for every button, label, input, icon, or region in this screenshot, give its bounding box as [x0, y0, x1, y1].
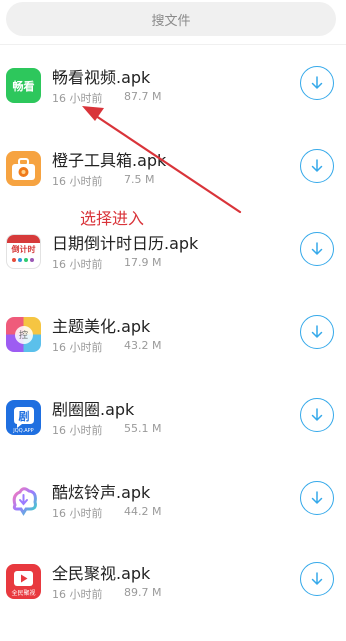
file-size: 55.1 M — [124, 422, 162, 435]
app-icon-label: 倒计时 — [11, 245, 36, 254]
file-time: 16 小时前 — [52, 92, 103, 105]
download-arrow-icon — [311, 159, 323, 172]
download-arrow-icon — [311, 408, 323, 421]
app-icon-label: 控 — [18, 331, 28, 341]
file-size: 17.9 M — [124, 256, 162, 269]
file-time: 16 小时前 — [52, 424, 103, 437]
app-icon-label: 畅看 — [12, 79, 35, 93]
file-name: 橙子工具箱.apk — [52, 151, 167, 170]
download-button[interactable] — [300, 562, 334, 596]
file-name: 日期倒计时日历.apk — [52, 234, 199, 253]
file-list-item[interactable]: 剧 JQQ.APP 剧圈圈.apk 16 小时前 55.1 M — [0, 394, 346, 477]
file-name: 全民聚视.apk — [52, 564, 151, 583]
file-time: 16 小时前 — [52, 341, 103, 354]
file-time: 16 小时前 — [52, 507, 103, 520]
cool-ringtone-app-icon — [6, 483, 41, 518]
download-arrow-icon — [311, 491, 323, 504]
juquanquan-app-icon: 剧 JQQ.APP — [6, 400, 41, 435]
search-bar[interactable]: 搜文件 — [6, 2, 336, 36]
quanmin-jushi-app-icon: 全民聚视 — [6, 564, 41, 599]
file-list-item[interactable]: 橙子工具箱.apk 16 小时前 7.5 M — [0, 145, 346, 228]
file-name: 剧圈圈.apk — [52, 400, 135, 419]
download-arrow-icon — [311, 242, 323, 255]
file-size: 43.2 M — [124, 339, 162, 352]
app-icon-label: 全民聚视 — [11, 590, 36, 597]
download-button[interactable] — [300, 398, 334, 432]
file-size: 7.5 M — [124, 173, 155, 186]
download-button[interactable] — [300, 66, 334, 100]
file-name: 酷炫铃声.apk — [52, 483, 151, 502]
divider — [0, 44, 346, 45]
file-name: 畅看视频.apk — [52, 68, 151, 87]
file-time: 16 小时前 — [52, 258, 103, 271]
download-button[interactable] — [300, 315, 334, 349]
annotation-text: 选择进入 — [80, 209, 145, 228]
file-name: 主题美化.apk — [52, 317, 151, 336]
search-placeholder: 搜文件 — [151, 13, 191, 29]
file-size: 89.7 M — [124, 586, 162, 599]
file-size: 44.2 M — [124, 505, 162, 518]
orange-toolbox-app-icon — [6, 151, 41, 186]
download-button[interactable] — [300, 232, 334, 266]
countdown-calendar-app-icon: 倒计时 — [6, 234, 41, 269]
download-button[interactable] — [300, 481, 334, 515]
changkan-video-app-icon: 畅看 — [6, 68, 41, 103]
download-arrow-icon — [311, 572, 323, 585]
download-arrow-icon — [311, 325, 323, 338]
file-list-item[interactable]: 倒计时 日期倒计时日历.apk 16 小时前 17.9 M — [0, 228, 346, 311]
download-button[interactable] — [300, 149, 334, 183]
file-list-item[interactable]: 控 主题美化.apk 16 小时前 43.2 M — [0, 311, 346, 394]
file-list-item[interactable]: 酷炫铃声.apk 16 小时前 44.2 M — [0, 477, 346, 560]
theme-beautify-app-icon: 控 — [6, 317, 41, 352]
file-time: 16 小时前 — [52, 588, 103, 601]
download-arrow-icon — [311, 76, 323, 89]
file-list-item[interactable]: 畅看 畅看视频.apk 16 小时前 87.7 M — [0, 62, 346, 145]
file-size: 87.7 M — [124, 90, 162, 103]
svg-text:剧: 剧 — [19, 409, 30, 423]
file-list-item[interactable]: 全民聚视 全民聚视.apk 16 小时前 89.7 M — [0, 558, 346, 641]
app-icon-label: JQQ.APP — [13, 428, 34, 434]
file-time: 16 小时前 — [52, 175, 103, 188]
